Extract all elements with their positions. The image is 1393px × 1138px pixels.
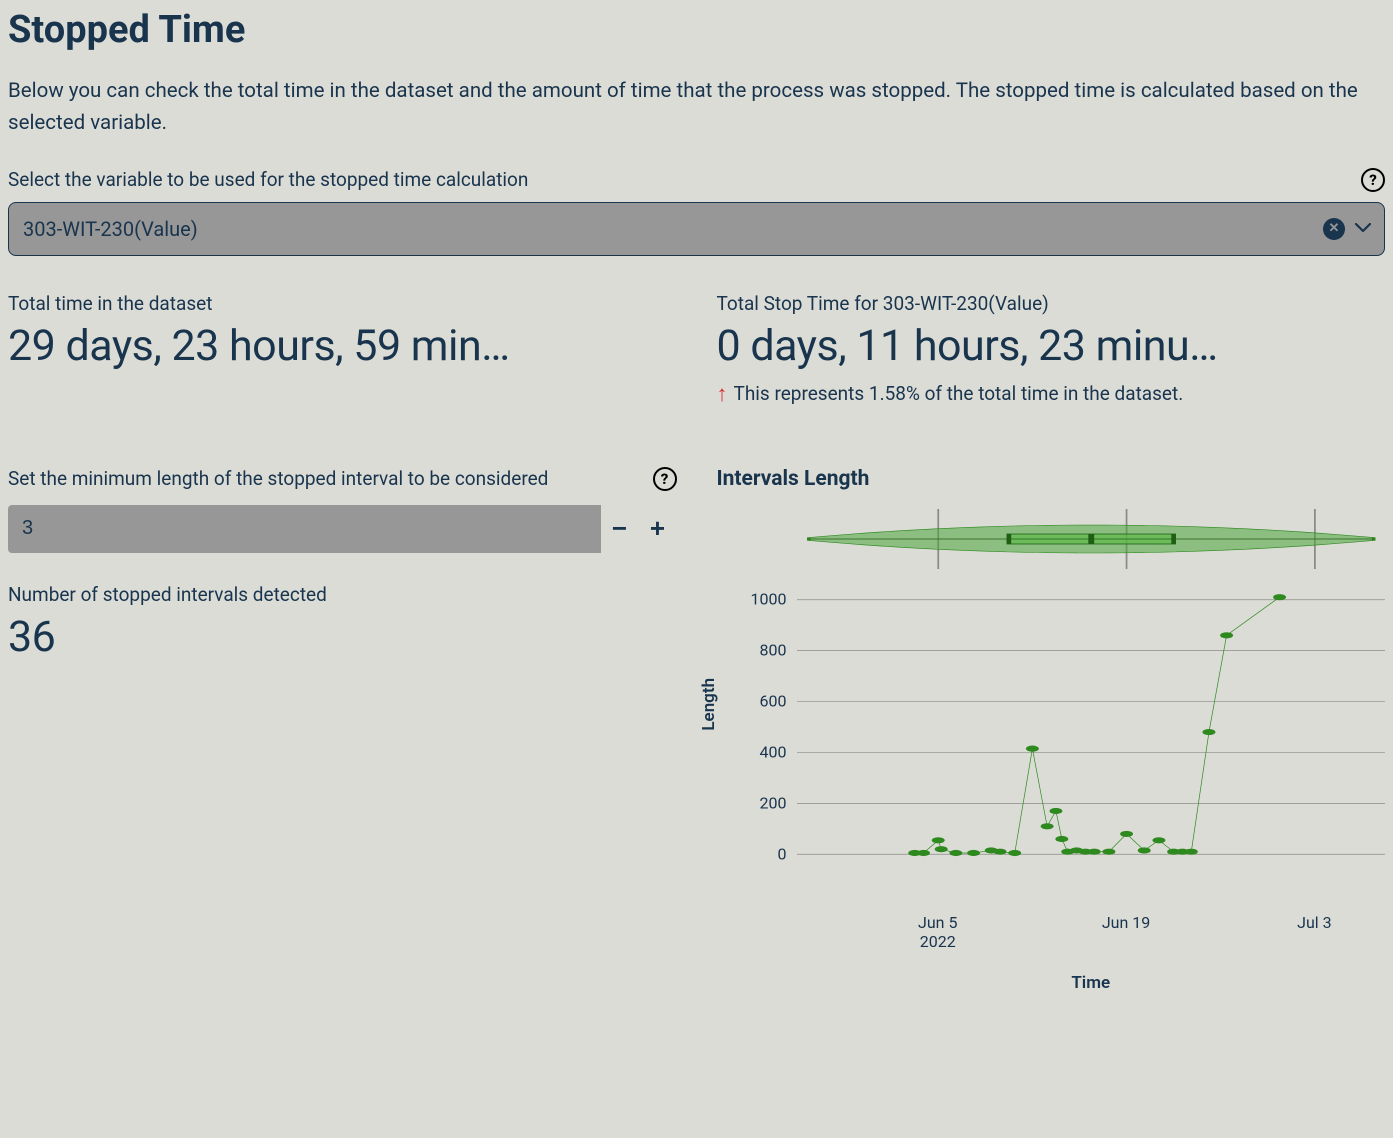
percent-text: This represents 1.58% of the total time … — [734, 382, 1184, 405]
min-length-label: Set the minimum length of the stopped in… — [8, 467, 548, 490]
stop-time-value: 0 days, 11 hours, 23 minu… — [717, 321, 1386, 371]
intervals-count-value: 36 — [8, 612, 677, 662]
y-axis-label: Length — [699, 677, 719, 730]
clear-icon[interactable]: ✕ — [1323, 218, 1345, 240]
violin-plot — [797, 509, 1386, 569]
page-description: Below you can check the total time in th… — [8, 76, 1385, 140]
total-time-label: Total time in the dataset — [8, 292, 677, 315]
variable-select-value: 303-WIT-230(Value) — [23, 217, 198, 241]
y-tick: 0 — [778, 844, 787, 863]
x-tick: Jun 52022 — [918, 913, 957, 951]
intervals-chart: Length 02004006008001000 Jun 52022Jun 19… — [717, 509, 1386, 993]
x-axis-label: Time — [797, 973, 1386, 993]
variable-select-label: Select the variable to be used for the s… — [8, 168, 528, 191]
page-title: Stopped Time — [8, 8, 1385, 52]
y-tick: 800 — [760, 641, 787, 660]
scatter-plot — [797, 587, 1386, 867]
x-tick: Jun 19 — [1102, 913, 1150, 932]
variable-select[interactable]: 303-WIT-230(Value) — [8, 202, 1385, 256]
chevron-down-icon[interactable] — [1355, 221, 1371, 237]
chart-heading: Intervals Length — [717, 467, 1386, 491]
x-tick: Jul 3 — [1297, 913, 1332, 932]
y-tick: 200 — [760, 793, 787, 812]
y-tick: 1000 — [751, 590, 787, 609]
increment-button[interactable]: + — [639, 505, 677, 553]
y-tick: 600 — [760, 692, 787, 711]
arrow-up-icon: ↑ — [717, 381, 728, 407]
y-tick: 400 — [760, 742, 787, 761]
min-length-input[interactable] — [8, 505, 601, 553]
decrement-button[interactable]: − — [601, 505, 639, 553]
help-icon[interactable]: ? — [1361, 168, 1385, 192]
total-time-value: 29 days, 23 hours, 59 min… — [8, 321, 677, 371]
help-icon[interactable]: ? — [653, 467, 677, 491]
stop-time-label: Total Stop Time for 303-WIT-230(Value) — [717, 292, 1386, 315]
intervals-count-label: Number of stopped intervals detected — [8, 583, 677, 606]
